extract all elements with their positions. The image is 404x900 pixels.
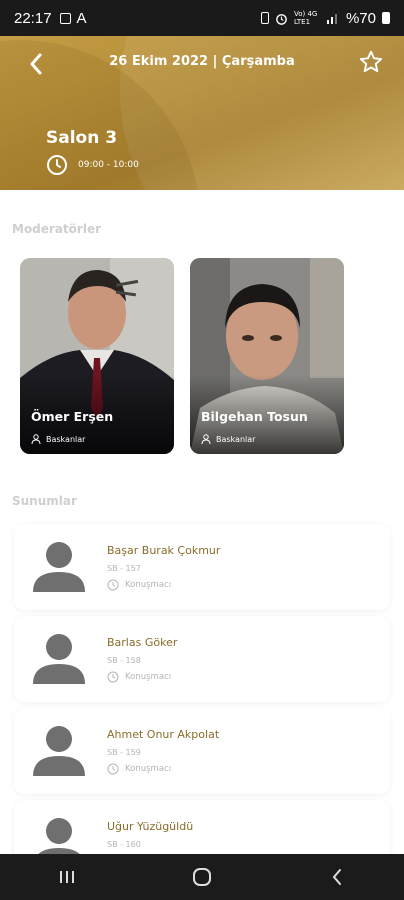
- speaker-role: Konuşmacı: [107, 763, 171, 775]
- session-time-range: 09:00 - 10:00: [78, 160, 139, 170]
- presentation-card[interactable]: Barlas Göker SB - 158 Konuşmacı: [14, 616, 390, 702]
- clock-icon: [47, 155, 67, 175]
- recent-apps-button[interactable]: [47, 857, 87, 897]
- avatar-placeholder-icon: [33, 726, 85, 776]
- person-icon: [201, 434, 211, 444]
- speaker-name: Barlas Göker: [107, 636, 178, 649]
- presentation-code: SB - 157: [107, 564, 141, 573]
- recent-apps-icon: [60, 871, 75, 883]
- speaker-name: Ahmet Onur Akpolat: [107, 728, 220, 741]
- clock-icon: [107, 763, 119, 775]
- clock-icon: [107, 579, 119, 591]
- status-bar: 22:17 A Vo) 4G LTE1 %70: [0, 0, 404, 36]
- star-icon: [359, 50, 383, 73]
- presentation-code: SB - 158: [107, 656, 141, 665]
- back-arrow-icon: [332, 869, 341, 885]
- presentation-card[interactable]: Ahmet Onur Akpolat SB - 159 Konuşmacı: [14, 708, 390, 794]
- hall-name: Salon 3: [46, 128, 118, 148]
- moderator-role: Baskanlar: [31, 434, 85, 444]
- battery-saver-icon: [260, 12, 269, 24]
- speaker-role: Konuşmacı: [107, 671, 171, 683]
- system-back-button[interactable]: [317, 857, 357, 897]
- home-icon: [192, 868, 211, 886]
- speaker-name: Uğur Yüzügüldü: [107, 820, 194, 833]
- speaker-role: Konuşmacı: [107, 579, 171, 591]
- session-date: 26 Ekim 2022 | Çarşamba: [109, 54, 295, 69]
- favorite-button[interactable]: [356, 47, 386, 77]
- clock-icon: [107, 671, 119, 683]
- avatar-placeholder-icon: [33, 542, 85, 592]
- person-icon: [31, 434, 41, 444]
- letter-icon: A: [76, 9, 87, 27]
- status-time: 22:17: [14, 9, 52, 27]
- home-button[interactable]: [182, 857, 222, 897]
- moderator-role: Baskanlar: [201, 434, 255, 444]
- alarm-icon: [276, 13, 287, 25]
- system-nav-bar: [0, 854, 404, 900]
- network-text: Vo) 4G LTE1: [293, 10, 318, 26]
- presentation-card[interactable]: Başar Burak Çokmur SB - 157 Konuşmacı: [14, 524, 390, 610]
- presentations-heading: Sunumlar: [12, 494, 77, 508]
- speaker-name: Başar Burak Çokmur: [107, 544, 221, 557]
- moderator-card[interactable]: Bilgehan Tosun Baskanlar: [190, 258, 344, 454]
- presentation-code: SB - 159: [107, 748, 141, 757]
- avatar-placeholder-icon: [33, 634, 85, 684]
- battery-percent: %70: [345, 9, 376, 27]
- moderators-heading: Moderatörler: [12, 222, 101, 236]
- presentation-code: SB - 160: [107, 840, 141, 849]
- battery-icon: [382, 12, 390, 24]
- top-bar: 26 Ekim 2022 | Çarşamba: [0, 44, 404, 84]
- session-time: 09:00 - 10:00: [46, 154, 139, 176]
- session-header: 22:17 A Vo) 4G LTE1 %70 26 Ekim 2022 | Ç…: [0, 0, 404, 190]
- signal-icon: [326, 14, 337, 24]
- moderator-name: Bilgehan Tosun: [201, 409, 308, 424]
- moderator-card[interactable]: Ömer Erşen Baskanlar: [20, 258, 174, 454]
- gallery-icon: [59, 12, 71, 24]
- moderator-name: Ömer Erşen: [31, 409, 114, 424]
